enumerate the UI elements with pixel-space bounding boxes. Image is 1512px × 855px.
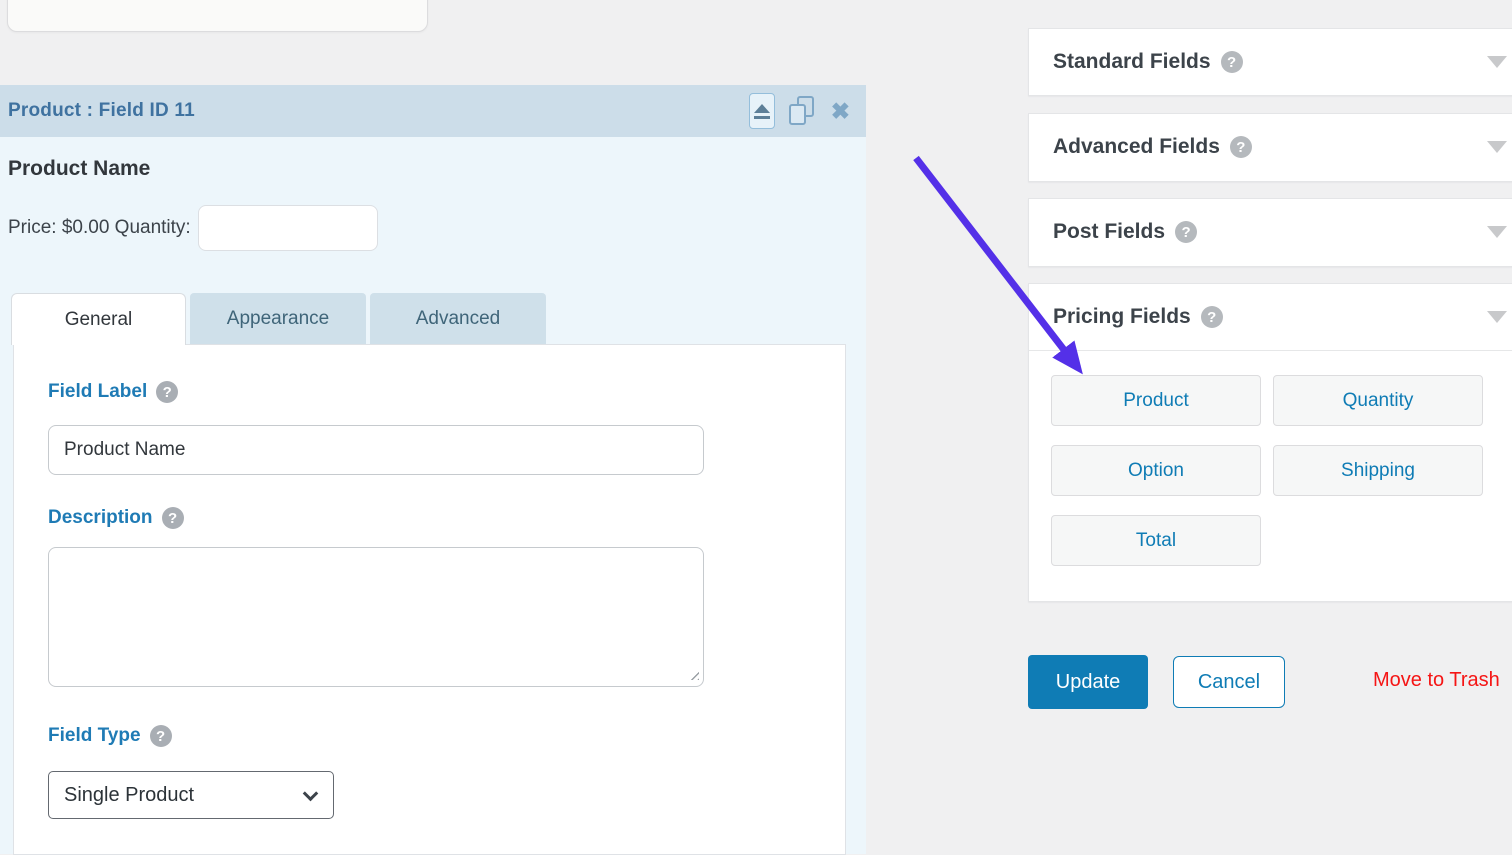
field-type-setting: Field Type ? xyxy=(48,725,845,747)
duplicate-field-icon[interactable] xyxy=(788,95,818,127)
field-editor-toolbar: ✖ xyxy=(749,93,850,129)
field-type-heading: Field Type xyxy=(48,725,141,747)
tab-advanced-label: Advanced xyxy=(416,308,501,330)
field-editor-header: Product : Field ID 11 ✖ xyxy=(0,85,866,137)
tab-appearance-label: Appearance xyxy=(227,308,329,330)
pricing-fields-header[interactable]: Pricing Fields ? xyxy=(1029,284,1512,351)
field-type-help-icon[interactable]: ? xyxy=(150,725,172,747)
advanced-fields-title: Advanced Fields xyxy=(1053,135,1220,159)
standard-fields-title: Standard Fields xyxy=(1053,50,1211,74)
field-label-input[interactable] xyxy=(48,425,704,475)
field-editor-panel: Product : Field ID 11 ✖ Product Name Pri… xyxy=(0,85,866,854)
pricing-fields-card: Pricing Fields ? Product Quantity Option… xyxy=(1028,283,1512,602)
field-label-setting: Field Label ? xyxy=(48,381,845,403)
chevron-down-icon xyxy=(1487,141,1507,153)
post-fields-title: Post Fields xyxy=(1053,220,1165,244)
field-type-select-wrap: Single Product xyxy=(48,771,334,819)
general-tab-panel: Field Label ? Description ? Field Type ?… xyxy=(13,344,846,855)
advanced-fields-help-icon[interactable]: ? xyxy=(1230,136,1252,158)
total-field-button[interactable]: Total xyxy=(1051,515,1261,566)
triangle-up-icon xyxy=(754,104,770,113)
post-fields-card: Post Fields ? xyxy=(1028,198,1512,267)
product-field-button[interactable]: Product xyxy=(1051,375,1261,426)
field-settings-tabs: General Appearance Advanced xyxy=(11,293,546,345)
tab-appearance[interactable]: Appearance xyxy=(190,293,366,344)
chevron-down-icon xyxy=(1487,56,1507,68)
move-to-trash-link[interactable]: Move to Trash xyxy=(1373,669,1500,692)
description-textarea[interactable] xyxy=(48,547,704,687)
page-front xyxy=(789,104,806,125)
form-actions: Update Cancel Move to Trash xyxy=(1028,655,1512,709)
standard-fields-help-icon[interactable]: ? xyxy=(1221,51,1243,73)
quantity-preview-input[interactable] xyxy=(198,205,378,251)
shipping-field-button[interactable]: Shipping xyxy=(1273,445,1483,496)
tab-advanced[interactable]: Advanced xyxy=(370,293,546,344)
description-heading: Description xyxy=(48,507,153,529)
pricing-fields-help-icon[interactable]: ? xyxy=(1201,306,1223,328)
collapse-field-icon[interactable] xyxy=(749,93,775,129)
post-fields-header[interactable]: Post Fields ? xyxy=(1029,199,1512,265)
chevron-down-icon xyxy=(1487,311,1507,323)
advanced-fields-header[interactable]: Advanced Fields ? xyxy=(1029,114,1512,180)
standard-fields-header[interactable]: Standard Fields ? xyxy=(1029,29,1512,95)
field-preview-label: Product Name xyxy=(8,157,150,181)
cancel-button[interactable]: Cancel xyxy=(1173,656,1285,708)
field-editor-title: Product : Field ID 11 xyxy=(8,100,195,122)
collapse-bar xyxy=(754,116,770,119)
standard-fields-card: Standard Fields ? xyxy=(1028,28,1512,96)
post-fields-help-icon[interactable]: ? xyxy=(1175,221,1197,243)
field-preview-price-row: Price: $0.00 Quantity: xyxy=(8,205,378,251)
chevron-down-icon xyxy=(1487,226,1507,238)
description-setting: Description ? xyxy=(48,507,845,529)
description-textarea-wrap xyxy=(48,547,704,687)
field-label-heading: Field Label xyxy=(48,381,147,403)
description-help-icon[interactable]: ? xyxy=(162,507,184,529)
tab-general[interactable]: General xyxy=(11,293,186,345)
delete-field-icon[interactable]: ✖ xyxy=(831,100,850,123)
pricing-fields-title: Pricing Fields xyxy=(1053,305,1191,329)
advanced-fields-card: Advanced Fields ? xyxy=(1028,113,1512,182)
field-type-select[interactable]: Single Product xyxy=(48,771,334,819)
pricing-fields-body: Product Quantity Option Shipping Total xyxy=(1029,351,1512,566)
tab-general-label: General xyxy=(65,309,133,331)
update-button[interactable]: Update xyxy=(1028,655,1148,709)
price-quantity-label: Price: $0.00 Quantity: xyxy=(8,217,191,239)
option-field-button[interactable]: Option xyxy=(1051,445,1261,496)
field-label-help-icon[interactable]: ? xyxy=(156,381,178,403)
field-chooser-sidebar: Standard Fields ? Advanced Fields ? Post… xyxy=(1028,0,1512,854)
top-preview-card xyxy=(7,0,428,32)
quantity-field-button[interactable]: Quantity xyxy=(1273,375,1483,426)
